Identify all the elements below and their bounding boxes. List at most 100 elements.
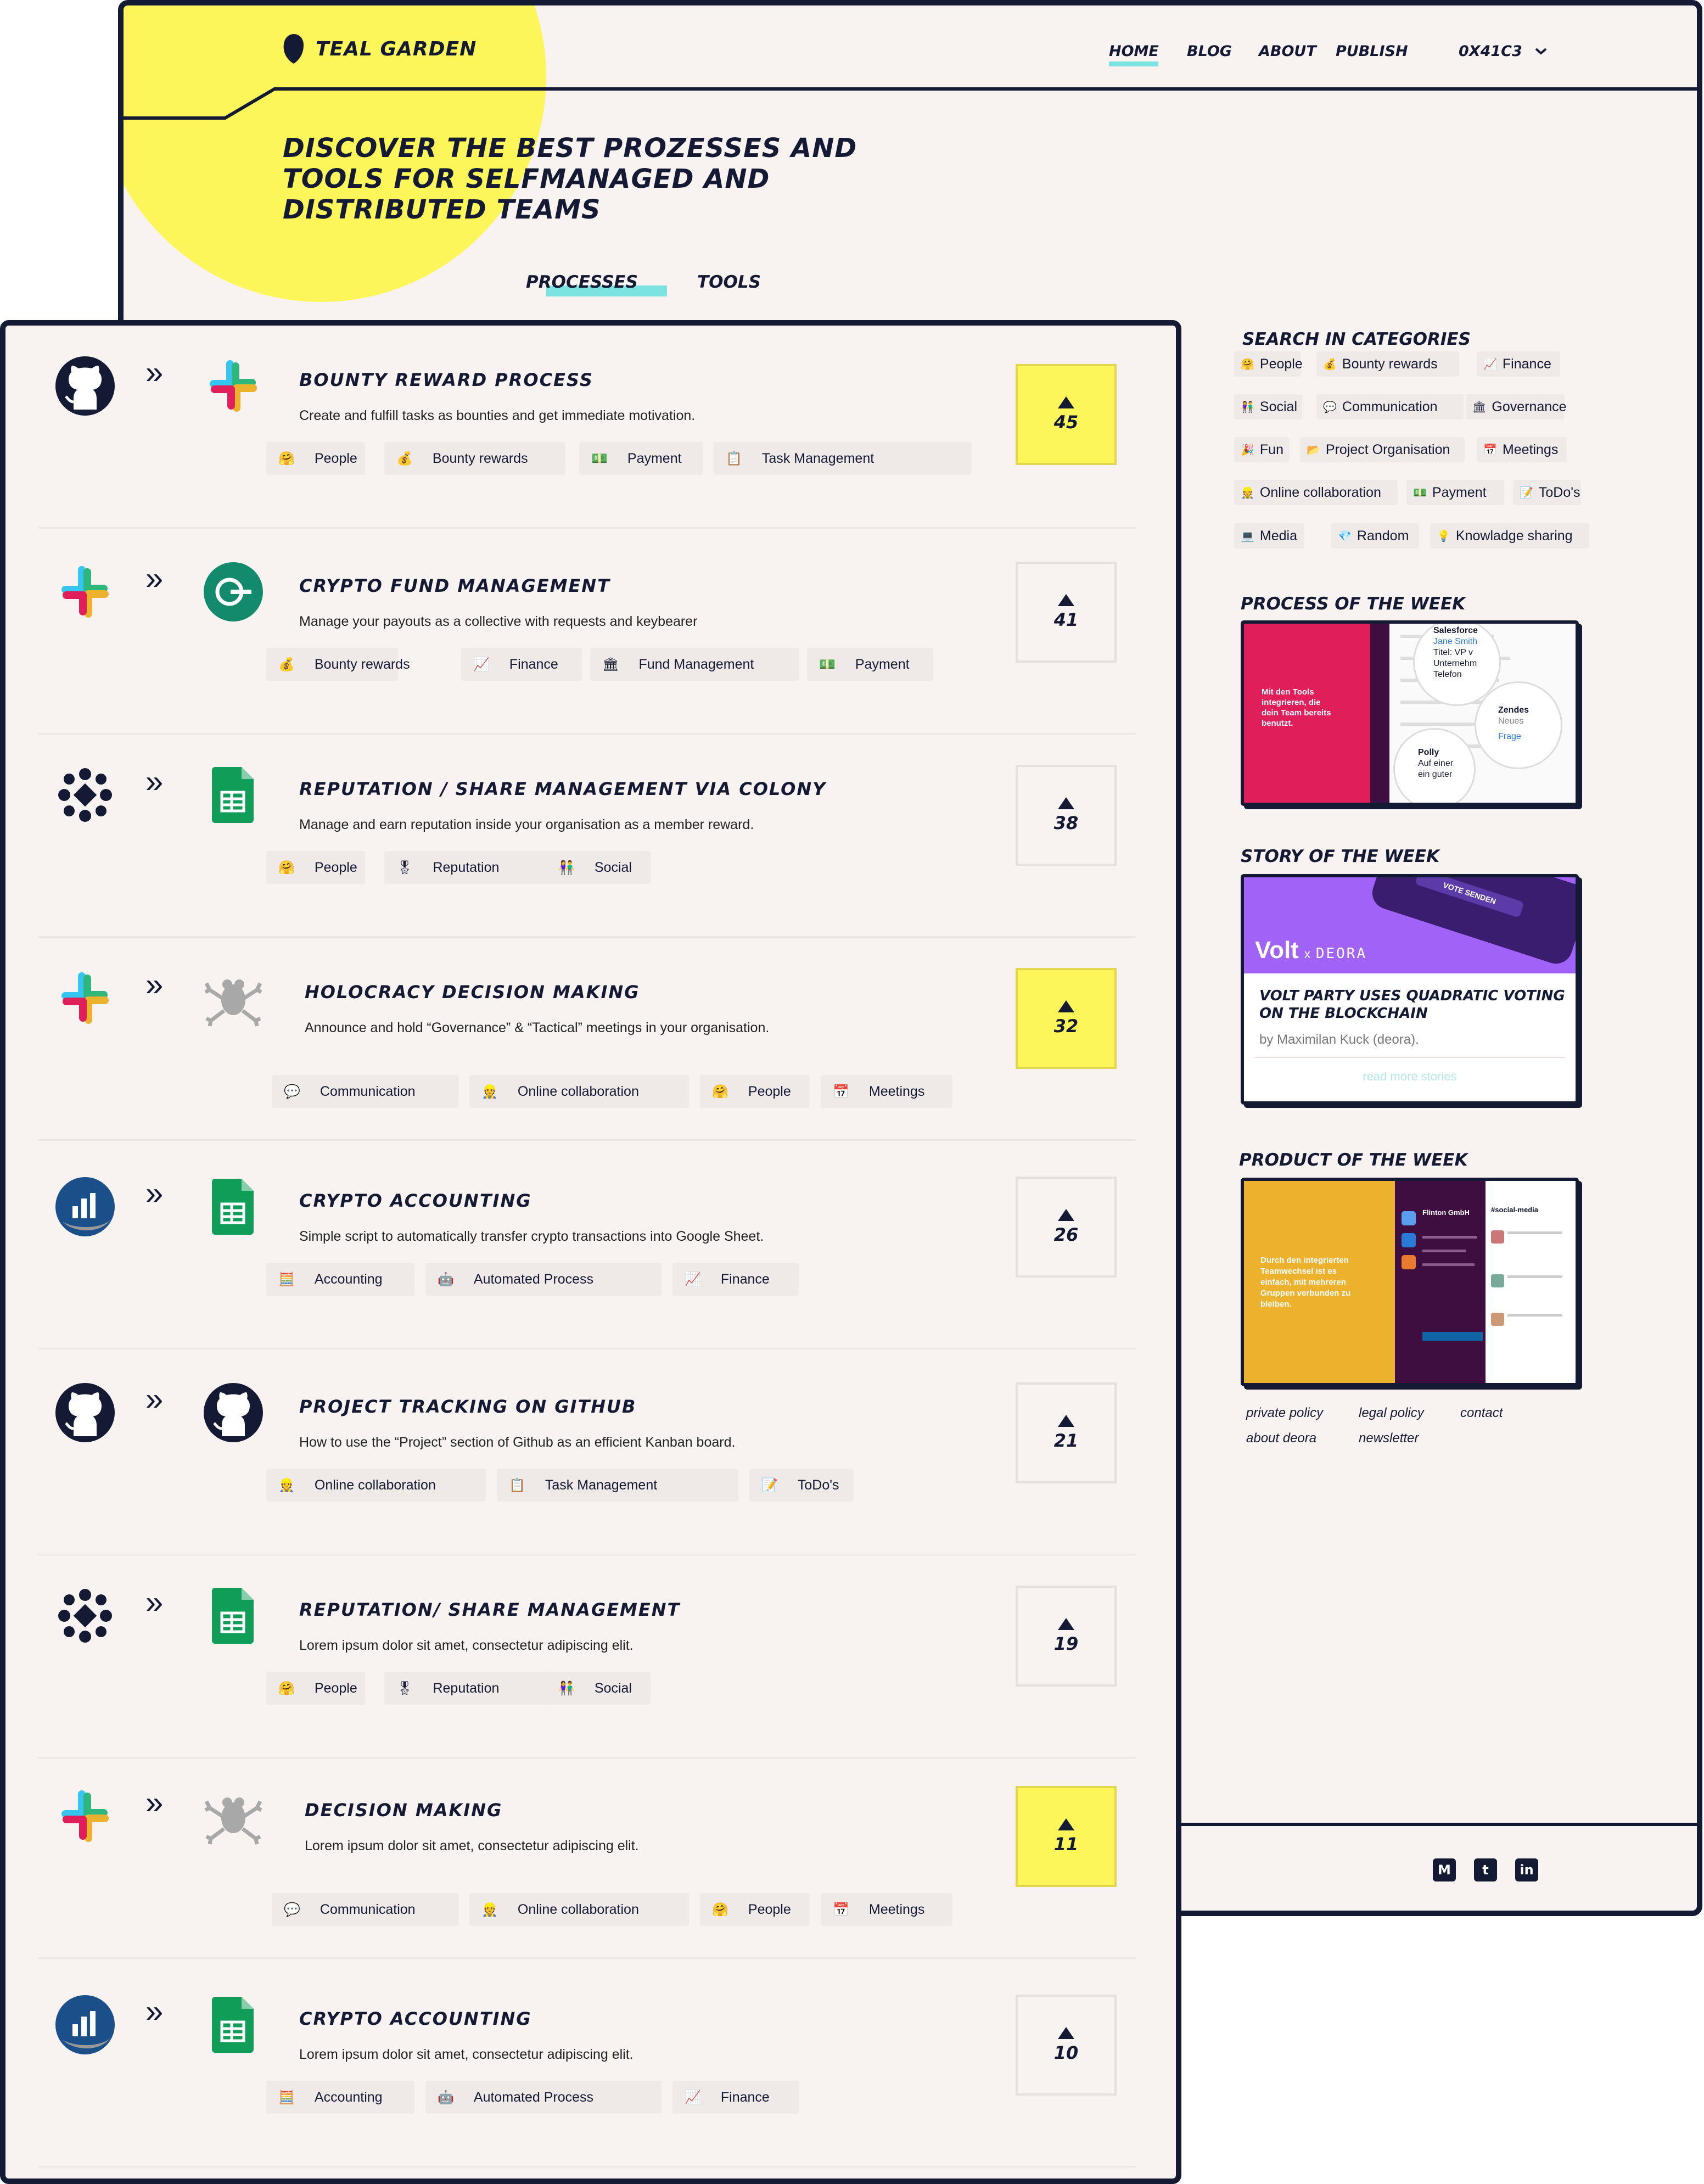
- upvote-button[interactable]: 45: [1016, 364, 1117, 465]
- category-label: Fun: [1259, 441, 1283, 457]
- process-row[interactable]: » BOUNTY REWARD PROCESS Create and fulfill…: [38, 326, 1142, 529]
- tag-icon: 📅: [833, 1084, 849, 1099]
- footer-newsletter-link[interactable]: newsletter: [1359, 1431, 1419, 1446]
- process-title[interactable]: HOLOCRACY DECISION MAKING: [305, 982, 640, 1003]
- process-tag[interactable]: 🏛 Fund Management: [590, 648, 799, 681]
- process-row[interactable]: » DECISION MAKING Lorem ipsum dolor sit am…: [38, 1756, 1142, 1959]
- category-chip[interactable]: 📝 ToDo's: [1513, 480, 1581, 505]
- category-chip[interactable]: 📈 Finance: [1477, 351, 1560, 377]
- footer-about-link[interactable]: about deora: [1246, 1431, 1316, 1446]
- upvote-button[interactable]: 11: [1016, 1786, 1117, 1887]
- process-tag[interactable]: 💰 Bounty rewards: [266, 648, 410, 681]
- process-title[interactable]: CRYPTO FUND MANAGEMENT: [299, 575, 610, 596]
- upvote-button[interactable]: 41: [1016, 562, 1117, 663]
- process-title[interactable]: CRYPTO ACCOUNTING: [299, 2008, 531, 2029]
- process-row[interactable]: » CRYPTO ACCOUNTING Lorem ipsum dolor sit …: [38, 1964, 1142, 2168]
- story-title[interactable]: VOLT PARTY USES QUADRATIC VOTING ON THE …: [1259, 987, 1567, 1022]
- process-title[interactable]: DECISION MAKING: [305, 1800, 502, 1821]
- process-tag[interactable]: 🎖 Reputation: [384, 851, 549, 884]
- category-chip[interactable]: 🤗 People: [1234, 351, 1303, 377]
- upvote-button[interactable]: 21: [1016, 1382, 1117, 1483]
- footer-legal-policy-link[interactable]: legal policy: [1359, 1405, 1424, 1421]
- nav-about[interactable]: ABOUT: [1259, 43, 1316, 60]
- process-tag[interactable]: 📅 Meetings: [821, 1893, 952, 1926]
- process-tag[interactable]: 📋 Task Management: [714, 442, 972, 475]
- upvote-button[interactable]: 38: [1016, 765, 1117, 866]
- process-tag[interactable]: 📈 Finance: [672, 2081, 799, 2114]
- product-of-week-card[interactable]: Durch den integrierten Teamwechsel ist e…: [1241, 1178, 1579, 1386]
- nav-blog[interactable]: BLOG: [1187, 43, 1232, 60]
- linkedin-icon[interactable]: in: [1515, 1858, 1538, 1881]
- category-chip[interactable]: 👫 Social: [1234, 394, 1302, 419]
- upvote-button[interactable]: 32: [1016, 968, 1117, 1069]
- double-chevron-right-icon: »: [145, 1785, 164, 1821]
- nav-publish[interactable]: PUBLISH: [1336, 43, 1408, 60]
- process-tag[interactable]: 🤗 People: [266, 1672, 365, 1705]
- process-tag[interactable]: 👷 Online collaboration: [469, 1075, 689, 1108]
- process-tag[interactable]: 📈 Finance: [461, 648, 582, 681]
- process-tag[interactable]: 🎖 Reputation: [384, 1672, 549, 1705]
- category-chip[interactable]: 💡 Knowladge sharing: [1430, 523, 1589, 548]
- upvote-button[interactable]: 26: [1016, 1177, 1117, 1278]
- process-tag[interactable]: 💬 Communication: [272, 1893, 458, 1926]
- read-more-stories-link[interactable]: read more stories: [1244, 1069, 1576, 1084]
- process-row[interactable]: » CRYPTO FUND MANAGEMENT Manage your payou…: [38, 531, 1142, 735]
- process-tag[interactable]: 💵 Payment: [807, 648, 933, 681]
- process-tag[interactable]: 🤖 Automated Process: [425, 1263, 662, 1296]
- process-title[interactable]: CRYPTO ACCOUNTING: [299, 1190, 531, 1211]
- process-title[interactable]: PROJECT TRACKING ON GITHUB: [299, 1396, 636, 1417]
- account-menu[interactable]: 0X41C3: [1459, 43, 1548, 60]
- upvote-button[interactable]: 19: [1016, 1586, 1117, 1687]
- process-tag[interactable]: 🤗 People: [266, 442, 365, 475]
- upvote-button[interactable]: 10: [1016, 1995, 1117, 2096]
- category-chip[interactable]: 👷 Online collaboration: [1234, 480, 1398, 505]
- process-tag[interactable]: 🤗 People: [266, 851, 365, 884]
- double-chevron-right-icon: »: [145, 561, 164, 596]
- footer-private-policy-link[interactable]: private policy: [1246, 1405, 1323, 1421]
- process-tag[interactable]: 🧮 Accounting: [266, 1263, 414, 1296]
- story-of-week-card[interactable]: VOTE SENDEN Volt x DEORA VOLT PARTY USES…: [1241, 874, 1579, 1105]
- bubble-title: Salesforce: [1433, 626, 1478, 635]
- process-title[interactable]: BOUNTY REWARD PROCESS: [299, 369, 593, 390]
- tab-tools[interactable]: TOOLS: [697, 272, 761, 292]
- process-tag[interactable]: 🧮 Accounting: [266, 2081, 414, 2114]
- process-title[interactable]: REPUTATION / SHARE MANAGEMENT VIA COLONY: [299, 779, 826, 799]
- footer-contact-link[interactable]: contact: [1460, 1405, 1503, 1421]
- process-tag[interactable]: 📋 Task Management: [497, 1469, 738, 1502]
- process-tag[interactable]: 💰 Bounty rewards: [384, 442, 565, 475]
- brand-logo[interactable]: TEAL GARDEN: [283, 33, 477, 65]
- category-chip[interactable]: 💵 Payment: [1406, 480, 1504, 505]
- nav-home[interactable]: HOME: [1109, 43, 1159, 60]
- gmail-icon[interactable]: M: [1433, 1858, 1456, 1881]
- tag-label: Social: [594, 859, 632, 875]
- process-tag[interactable]: 👷 Online collaboration: [469, 1893, 689, 1926]
- tab-processes[interactable]: PROCESSES: [526, 272, 638, 292]
- category-chip[interactable]: 💰 Bounty rewards: [1316, 351, 1459, 377]
- process-tag[interactable]: 💬 Communication: [272, 1075, 458, 1108]
- process-row[interactable]: » HOLOCRACY DECISION MAKING Announce and h…: [38, 938, 1142, 1141]
- process-tag[interactable]: 💵 Payment: [579, 442, 703, 475]
- process-of-week-card[interactable]: Mit den Tools integrieren, die dein Team…: [1241, 620, 1579, 806]
- category-chip[interactable]: 🎉 Fun: [1234, 437, 1289, 462]
- process-tag[interactable]: 🤗 People: [700, 1075, 810, 1108]
- process-row[interactable]: » PROJECT TRACKING ON GITHUB How to use th…: [38, 1352, 1142, 1555]
- category-chip[interactable]: 📅 Meetings: [1477, 437, 1567, 462]
- category-chip[interactable]: 📂 Project Organisation: [1300, 437, 1465, 462]
- category-chip[interactable]: 🏛 Governance: [1466, 394, 1567, 419]
- process-tag[interactable]: 👷 Online collaboration: [266, 1469, 486, 1502]
- process-row[interactable]: » REPUTATION / SHARE MANAGEMENT VIA COLON…: [38, 735, 1142, 938]
- process-tag[interactable]: 🤗 People: [700, 1893, 810, 1926]
- process-title[interactable]: REPUTATION/ SHARE MANAGEMENT: [299, 1599, 680, 1620]
- process-tag[interactable]: 👫 Social: [546, 1672, 651, 1705]
- category-chip[interactable]: 💬 Communication: [1316, 394, 1464, 419]
- process-row[interactable]: » REPUTATION/ SHARE MANAGEMENT Lorem ipsum…: [38, 1555, 1142, 1759]
- process-tag[interactable]: 📅 Meetings: [821, 1075, 952, 1108]
- process-tag[interactable]: 📝 ToDo's: [749, 1469, 854, 1502]
- category-chip[interactable]: 💎 Random: [1331, 523, 1419, 548]
- twitter-icon[interactable]: t: [1474, 1858, 1497, 1881]
- process-tag[interactable]: 🤖 Automated Process: [425, 2081, 662, 2114]
- process-row[interactable]: » CRYPTO ACCOUNTING Simple script to autom…: [38, 1146, 1142, 1349]
- process-tag[interactable]: 👫 Social: [546, 851, 651, 884]
- category-chip[interactable]: 💻 Media: [1234, 523, 1304, 548]
- process-tag[interactable]: 📈 Finance: [672, 1263, 799, 1296]
